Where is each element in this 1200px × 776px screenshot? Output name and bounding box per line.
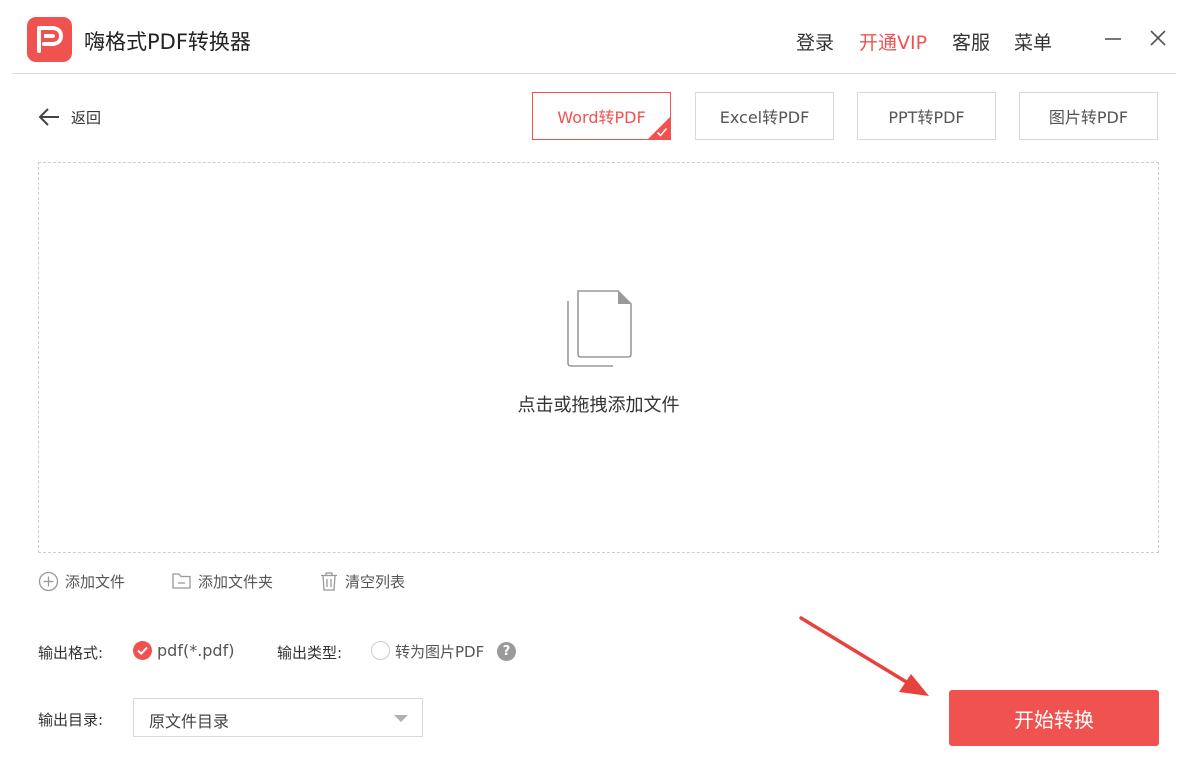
- check-icon: [137, 646, 148, 656]
- tab-image-to-pdf[interactable]: 图片转PDF: [1019, 92, 1158, 140]
- menu-link[interactable]: 菜单: [1014, 28, 1052, 55]
- tab-label: PPT转PDF: [888, 108, 965, 127]
- start-convert-button[interactable]: 开始转换: [949, 690, 1159, 746]
- file-drop-zone[interactable]: 点击或拖拽添加文件: [38, 162, 1159, 553]
- annotation-arrow-icon: [799, 616, 929, 696]
- format-pdf-value: pdf(*.pdf): [157, 641, 235, 660]
- output-dir-select[interactable]: 原文件目录: [133, 698, 423, 737]
- image-pdf-value: 转为图片PDF: [395, 643, 485, 661]
- tab-ppt-to-pdf[interactable]: PPT转PDF: [857, 92, 996, 140]
- format-pdf-radio[interactable]: [133, 641, 152, 660]
- login-link[interactable]: 登录: [796, 28, 834, 55]
- tab-label: Excel转PDF: [719, 108, 810, 127]
- customer-service-link[interactable]: 客服: [952, 28, 990, 55]
- clear-list-label: 清空列表: [345, 572, 406, 591]
- image-pdf-radio[interactable]: [371, 641, 390, 660]
- minimize-icon[interactable]: [1101, 26, 1125, 50]
- clear-list-button[interactable]: 清空列表: [319, 570, 405, 592]
- pdf-logo-icon: [27, 17, 72, 62]
- tab-label: 图片转PDF: [1048, 108, 1129, 127]
- output-dir-value: 原文件目录: [149, 712, 230, 731]
- check-icon: [656, 127, 668, 137]
- trash-icon: [321, 571, 337, 591]
- add-folder-label: 添加文件夹: [198, 572, 274, 591]
- arrow-left-icon: [38, 108, 59, 126]
- title-bar: 嗨格式PDF转换器 登录 开通VIP 客服 菜单: [0, 0, 1200, 74]
- header-divider: [12, 73, 1176, 74]
- help-icon[interactable]: ?: [497, 642, 516, 661]
- dropdown-caret-icon: [394, 715, 408, 722]
- tab-excel-to-pdf[interactable]: Excel转PDF: [695, 92, 834, 140]
- add-file-button[interactable]: 添加文件: [38, 570, 125, 592]
- back-button[interactable]: 返回: [37, 103, 101, 131]
- output-format-label: 输出格式:: [38, 644, 104, 662]
- drop-hint-text: 点击或拖拽添加文件: [517, 395, 680, 416]
- add-folder-button[interactable]: 添加文件夹: [171, 570, 273, 592]
- add-file-label: 添加文件: [65, 572, 126, 591]
- vip-link[interactable]: 开通VIP: [859, 28, 927, 55]
- tab-word-to-pdf[interactable]: Word转PDF: [532, 92, 671, 140]
- tab-label: Word转PDF: [557, 108, 646, 127]
- file-copy-icon: [567, 290, 632, 367]
- close-icon[interactable]: [1146, 26, 1170, 50]
- folder-icon: [172, 573, 191, 589]
- output-dir-label: 输出目录:: [38, 711, 104, 729]
- plus-circle-icon: [38, 571, 59, 591]
- back-label: 返回: [71, 108, 102, 127]
- app-title: 嗨格式PDF转换器: [84, 30, 251, 54]
- output-type-label: 输出类型:: [277, 644, 343, 662]
